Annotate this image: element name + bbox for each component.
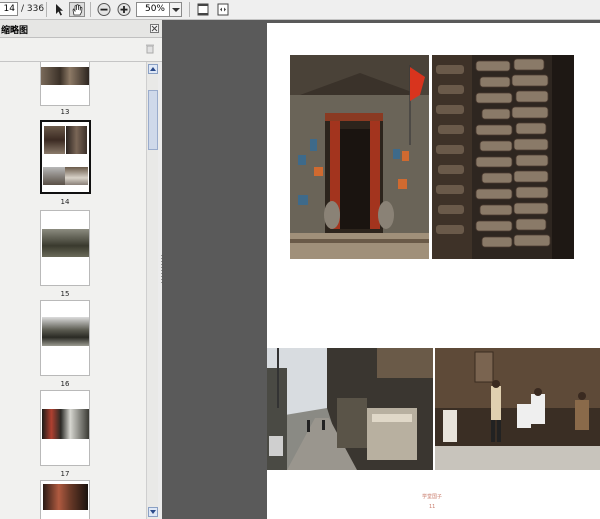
chevron-down-icon bbox=[150, 510, 156, 514]
hand-tool-icon[interactable] bbox=[69, 2, 85, 17]
thumbnail-page[interactable] bbox=[40, 210, 90, 286]
toolbar-separator bbox=[189, 2, 190, 17]
zoom-out-icon[interactable] bbox=[96, 2, 112, 17]
zoom-dropdown-button[interactable] bbox=[170, 2, 182, 17]
chevron-down-icon bbox=[172, 8, 180, 12]
zoom-in-icon[interactable] bbox=[116, 2, 132, 17]
document-view[interactable]: 学堂国子 11 bbox=[162, 20, 600, 519]
thumbnails-pane: 缩略图 13 14 15 16 17 bbox=[0, 20, 162, 519]
page-number-input[interactable]: 14 bbox=[0, 2, 18, 16]
gate-photo bbox=[290, 55, 429, 259]
select-arrow-icon[interactable] bbox=[51, 2, 67, 17]
chevron-up-icon bbox=[150, 67, 156, 71]
thumbnail-page[interactable] bbox=[40, 62, 90, 106]
close-icon[interactable] bbox=[150, 24, 159, 33]
thumbnail-scrollbar[interactable] bbox=[146, 62, 158, 519]
thumbnail-label: 13 bbox=[60, 108, 70, 116]
scroll-up-button[interactable] bbox=[148, 64, 158, 74]
thumbnail-list: 13 14 15 16 17 bbox=[0, 62, 146, 519]
thumbnail-label: 17 bbox=[60, 470, 70, 478]
scroll-down-button[interactable] bbox=[148, 507, 158, 517]
pane-toolbar bbox=[0, 38, 162, 62]
document-page: 学堂国子 11 bbox=[267, 23, 600, 519]
scrollbar-thumb[interactable] bbox=[148, 90, 158, 150]
fit-page-icon[interactable] bbox=[195, 2, 211, 17]
thumbnail-label: 16 bbox=[60, 380, 70, 388]
page-total: / 336 bbox=[21, 4, 45, 14]
thumbnail-page[interactable] bbox=[40, 120, 91, 194]
page-caption: 学堂国子 bbox=[422, 494, 443, 500]
thumbnail-page[interactable] bbox=[40, 480, 90, 519]
fit-width-icon[interactable] bbox=[215, 2, 231, 17]
thumbnail-label: 15 bbox=[60, 290, 70, 298]
street-photo bbox=[267, 348, 433, 470]
pane-header: 缩略图 bbox=[0, 20, 162, 38]
trash-icon[interactable] bbox=[145, 43, 155, 54]
zoom-level-input[interactable]: 50% bbox=[136, 2, 170, 17]
toolbar-separator bbox=[46, 2, 47, 17]
thumbnail-page[interactable] bbox=[40, 390, 90, 466]
toolbar: 14 / 336 50% bbox=[0, 0, 600, 20]
pane-title: 缩略图 bbox=[1, 26, 29, 36]
toolbar-separator bbox=[90, 2, 91, 17]
thumbnail-page[interactable] bbox=[40, 300, 90, 376]
page-number-footer: 11 bbox=[429, 504, 436, 510]
shopfront-photo bbox=[435, 348, 600, 470]
thumbnail-label: 14 bbox=[60, 198, 70, 206]
brick-wall-photo bbox=[432, 55, 574, 259]
